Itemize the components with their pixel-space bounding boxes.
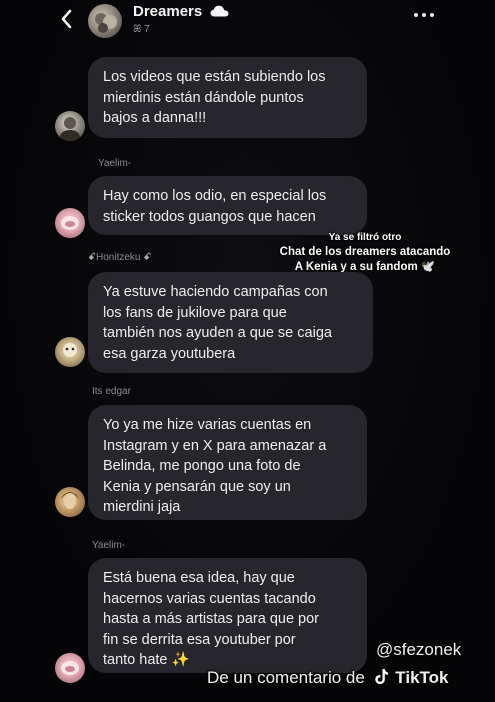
message-line: Kenia y pensarán que soy un	[103, 478, 291, 495]
sender-avatar[interactable]	[55, 111, 85, 141]
message-line: Ya estuve haciendo campañas con	[103, 284, 328, 300]
message-line: Está buena esa idea, hay que	[103, 570, 295, 586]
overlay-caption-line: Chat de los dreamers atacando	[279, 246, 451, 258]
chat-header: Dreamers ꕤ 7	[0, 0, 495, 44]
message-line: hasta a más artistas para que por	[103, 611, 320, 627]
message-bubble[interactable]: Hay como los odio, en especial los stick…	[88, 176, 367, 235]
chat-title-text: Dreamers	[133, 3, 203, 20]
message-line: Belinda, me pongo una foto de	[103, 458, 301, 474]
message-line: Yo ya me hize varias cuentas en	[103, 417, 312, 433]
watermark-platform: TikTok	[395, 668, 449, 687]
sender-name: Yaelim-	[98, 158, 132, 169]
avatar-image	[61, 216, 79, 230]
message-line: sticker todos guangos que hacen	[103, 208, 316, 225]
sender-avatar[interactable]	[55, 337, 85, 367]
avatar-image	[63, 343, 77, 357]
message-line: mierdinis están dándole puntos	[103, 89, 304, 106]
watermark-handle: @sfezonek	[376, 640, 462, 659]
sender-avatar[interactable]	[55, 208, 85, 238]
sender-avatar[interactable]	[55, 487, 85, 517]
cloud-icon	[210, 5, 229, 17]
sparkle-icon: ꗃ	[88, 252, 96, 263]
chat-title[interactable]: Dreamers	[133, 3, 229, 20]
overlay-caption: Ya se filtró otro Chat de los dreamers a…	[270, 230, 460, 275]
sender-name: Its edgar	[92, 386, 131, 397]
sparkle-icon: ꗃ	[140, 252, 152, 263]
message-line: también nos ayuden a que se caiga	[103, 325, 332, 341]
member-count: ꕤ 7	[133, 24, 150, 35]
message-line: Instagram y en X para amenazar a	[103, 437, 327, 454]
watermark-footer: De un comentario de TikTok	[207, 668, 449, 688]
sender-name: ꗃHonitzeku ꗃ	[88, 252, 151, 263]
avatar-image	[61, 492, 79, 509]
message-bubble[interactable]: Yo ya me hize varias cuentas en Instagra…	[88, 405, 367, 520]
avatar-image	[61, 661, 79, 675]
avatar-image	[60, 117, 80, 141]
message-line: bajos a danna!!!	[103, 110, 207, 126]
group-avatar-image	[95, 13, 117, 33]
message-line: los fans de jukilove para que	[103, 304, 287, 321]
chat-screen: Dreamers ꕤ 7 Los videos que están subien…	[0, 0, 495, 702]
message-line: Hay como los odio, en especial los	[103, 188, 327, 204]
sender-name: Yaelim-	[92, 540, 126, 551]
message-line: fin se derrita esa youtuber por	[103, 631, 296, 648]
sender-name-text: Honitzeku	[96, 252, 141, 263]
message-bubble[interactable]: Ya estuve haciendo campañas con los fans…	[88, 272, 373, 373]
tiktok-logo-icon	[374, 669, 388, 684]
overlay-caption-line: Ya se filtró otro	[328, 232, 402, 243]
message-line: Los videos que están subiendo los	[103, 69, 326, 85]
group-avatar[interactable]	[88, 4, 122, 38]
watermark-prefix: De un comentario de	[207, 668, 365, 687]
message-bubble[interactable]: Los videos que están subiendo los mierdi…	[88, 57, 367, 138]
more-options-icon[interactable]	[413, 10, 435, 20]
message-bubble[interactable]: Está buena esa idea, hay que hacernos va…	[88, 558, 367, 673]
message-line: hacernos varias cuentas tacando	[103, 590, 316, 607]
back-arrow-icon[interactable]	[58, 8, 76, 30]
message-line: esa garza youtubera	[103, 345, 236, 362]
message-line: mierdini jaja	[103, 499, 181, 515]
sender-avatar[interactable]	[55, 653, 85, 683]
